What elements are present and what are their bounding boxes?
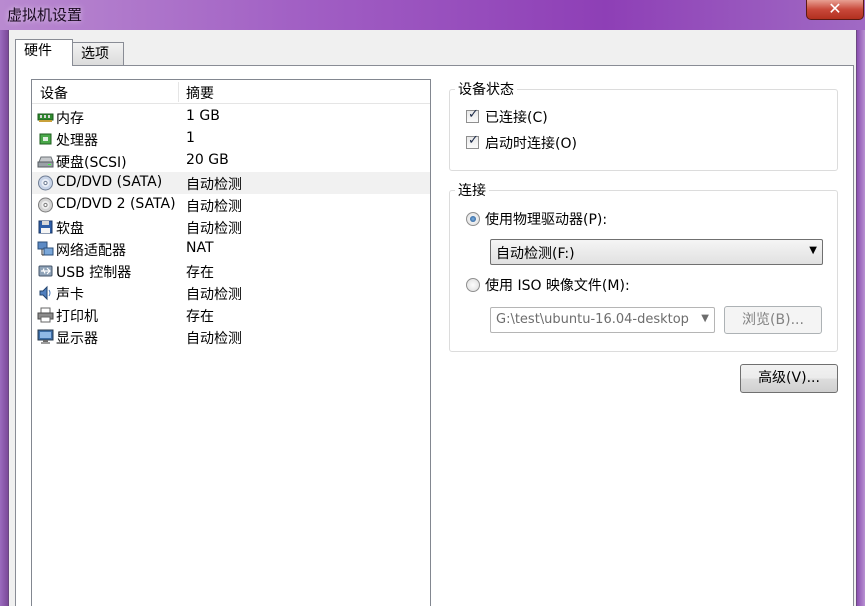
device-row-cd-dvd-sata[interactable]: CD/DVD (SATA) 自动检测 bbox=[32, 172, 430, 194]
device-name: 内存 bbox=[56, 111, 84, 127]
browse-button[interactable]: 浏览(B)... bbox=[724, 306, 822, 334]
column-divider[interactable] bbox=[178, 82, 179, 102]
device-row-sound-card[interactable]: 声卡 自动检测 bbox=[32, 282, 430, 304]
device-summary: 存在 bbox=[186, 309, 214, 325]
iso-image-path-value: G:\test\ubuntu-16.04-desktop bbox=[496, 312, 689, 327]
iso-image-path-select[interactable]: G:\test\ubuntu-16.04-desktop ▼ bbox=[490, 307, 715, 333]
sound-card-icon bbox=[39, 285, 51, 301]
connected-checkbox[interactable]: ✓ bbox=[466, 107, 479, 123]
device-name: CD/DVD (SATA) bbox=[56, 174, 163, 190]
column-header-device[interactable]: 设备 bbox=[40, 83, 68, 103]
title-bar: 虚拟机设置 ✕ bbox=[0, 0, 865, 30]
physical-drive-radio[interactable] bbox=[466, 212, 480, 226]
iso-image-radio[interactable] bbox=[466, 278, 480, 292]
device-row-processor[interactable]: 处理器 1 bbox=[32, 128, 430, 150]
device-name: 网络适配器 bbox=[56, 243, 126, 259]
device-summary: 20 GB bbox=[186, 152, 229, 168]
tab-hardware[interactable]: 硬件 bbox=[15, 39, 73, 66]
device-summary: 自动检测 bbox=[186, 287, 242, 303]
dropdown-arrow-icon: ▼ bbox=[698, 313, 709, 324]
window-title: 虚拟机设置 bbox=[7, 6, 83, 24]
connect-at-power-on-label[interactable]: 启动时连接(O) bbox=[485, 133, 577, 153]
device-status-title: 设备状态 bbox=[455, 79, 517, 99]
dropdown-arrow-icon: ▼ bbox=[809, 245, 817, 256]
device-row-usb-controller[interactable]: USB 控制器 存在 bbox=[32, 260, 430, 282]
device-list[interactable]: 设备 摘要 内存 1 GB 处理器 1 硬盘(SCSI) 20 GB CD/DV… bbox=[31, 79, 431, 606]
device-name: 显示器 bbox=[56, 331, 98, 347]
network-adapter-icon bbox=[37, 241, 54, 256]
device-row-memory[interactable]: 内存 1 GB bbox=[32, 106, 430, 128]
device-summary: 1 GB bbox=[186, 108, 220, 124]
printer-icon bbox=[37, 307, 54, 323]
device-list-header: 设备 摘要 bbox=[32, 80, 430, 104]
cd-dvd-icon bbox=[38, 175, 53, 191]
floppy-icon bbox=[38, 220, 53, 234]
connected-label[interactable]: 已连接(C) bbox=[485, 107, 548, 127]
checkmark-icon: ✓ bbox=[468, 107, 479, 122]
device-name: 硬盘(SCSI) bbox=[56, 155, 127, 171]
device-name: USB 控制器 bbox=[56, 265, 132, 281]
device-row-display[interactable]: 显示器 自动检测 bbox=[32, 326, 430, 348]
device-name: CD/DVD 2 (SATA) bbox=[56, 196, 176, 212]
connection-title: 连接 bbox=[455, 180, 489, 200]
device-row-floppy[interactable]: 软盘 自动检测 bbox=[32, 216, 430, 238]
device-name: 声卡 bbox=[56, 287, 84, 303]
processor-icon bbox=[39, 133, 52, 145]
memory-icon bbox=[37, 113, 54, 122]
device-row-network-adapter[interactable]: 网络适配器 NAT bbox=[32, 238, 430, 260]
usb-icon bbox=[38, 265, 53, 277]
close-icon: ✕ bbox=[828, 0, 842, 18]
tab-options[interactable]: 选项 bbox=[72, 42, 124, 65]
column-header-summary[interactable]: 摘要 bbox=[186, 83, 214, 103]
advanced-button[interactable]: 高级(V)... bbox=[740, 364, 838, 393]
device-row-cd-dvd-2-sata[interactable]: CD/DVD 2 (SATA) 自动检测 bbox=[32, 194, 430, 216]
iso-image-label[interactable]: 使用 ISO 映像文件(M): bbox=[485, 275, 630, 295]
display-icon bbox=[37, 329, 54, 344]
device-summary: 自动检测 bbox=[186, 199, 242, 215]
device-summary: 1 bbox=[186, 130, 195, 146]
cd-dvd-icon bbox=[38, 197, 53, 213]
device-summary: 自动检测 bbox=[186, 177, 242, 193]
device-summary: 存在 bbox=[186, 265, 214, 281]
device-status-group bbox=[449, 89, 838, 171]
device-row-harddisk[interactable]: 硬盘(SCSI) 20 GB bbox=[32, 150, 430, 172]
physical-drive-value: 自动检测(F:) bbox=[496, 246, 575, 262]
connect-at-power-on-checkbox[interactable]: ✓ bbox=[466, 133, 479, 149]
harddisk-icon bbox=[37, 156, 54, 168]
device-row-printer[interactable]: 打印机 存在 bbox=[32, 304, 430, 326]
physical-drive-label[interactable]: 使用物理驱动器(P): bbox=[485, 209, 607, 229]
close-button[interactable]: ✕ bbox=[806, 0, 864, 20]
device-name: 软盘 bbox=[56, 221, 84, 237]
checkmark-icon: ✓ bbox=[468, 133, 479, 148]
window-frame-right bbox=[857, 30, 865, 606]
window-frame-left bbox=[0, 30, 8, 606]
device-summary: NAT bbox=[186, 240, 214, 256]
device-name: 处理器 bbox=[56, 133, 98, 149]
physical-drive-select[interactable]: 自动检测(F:) ▼ bbox=[490, 239, 823, 265]
device-summary: 自动检测 bbox=[186, 331, 242, 347]
device-summary: 自动检测 bbox=[186, 221, 242, 237]
device-name: 打印机 bbox=[56, 309, 98, 325]
